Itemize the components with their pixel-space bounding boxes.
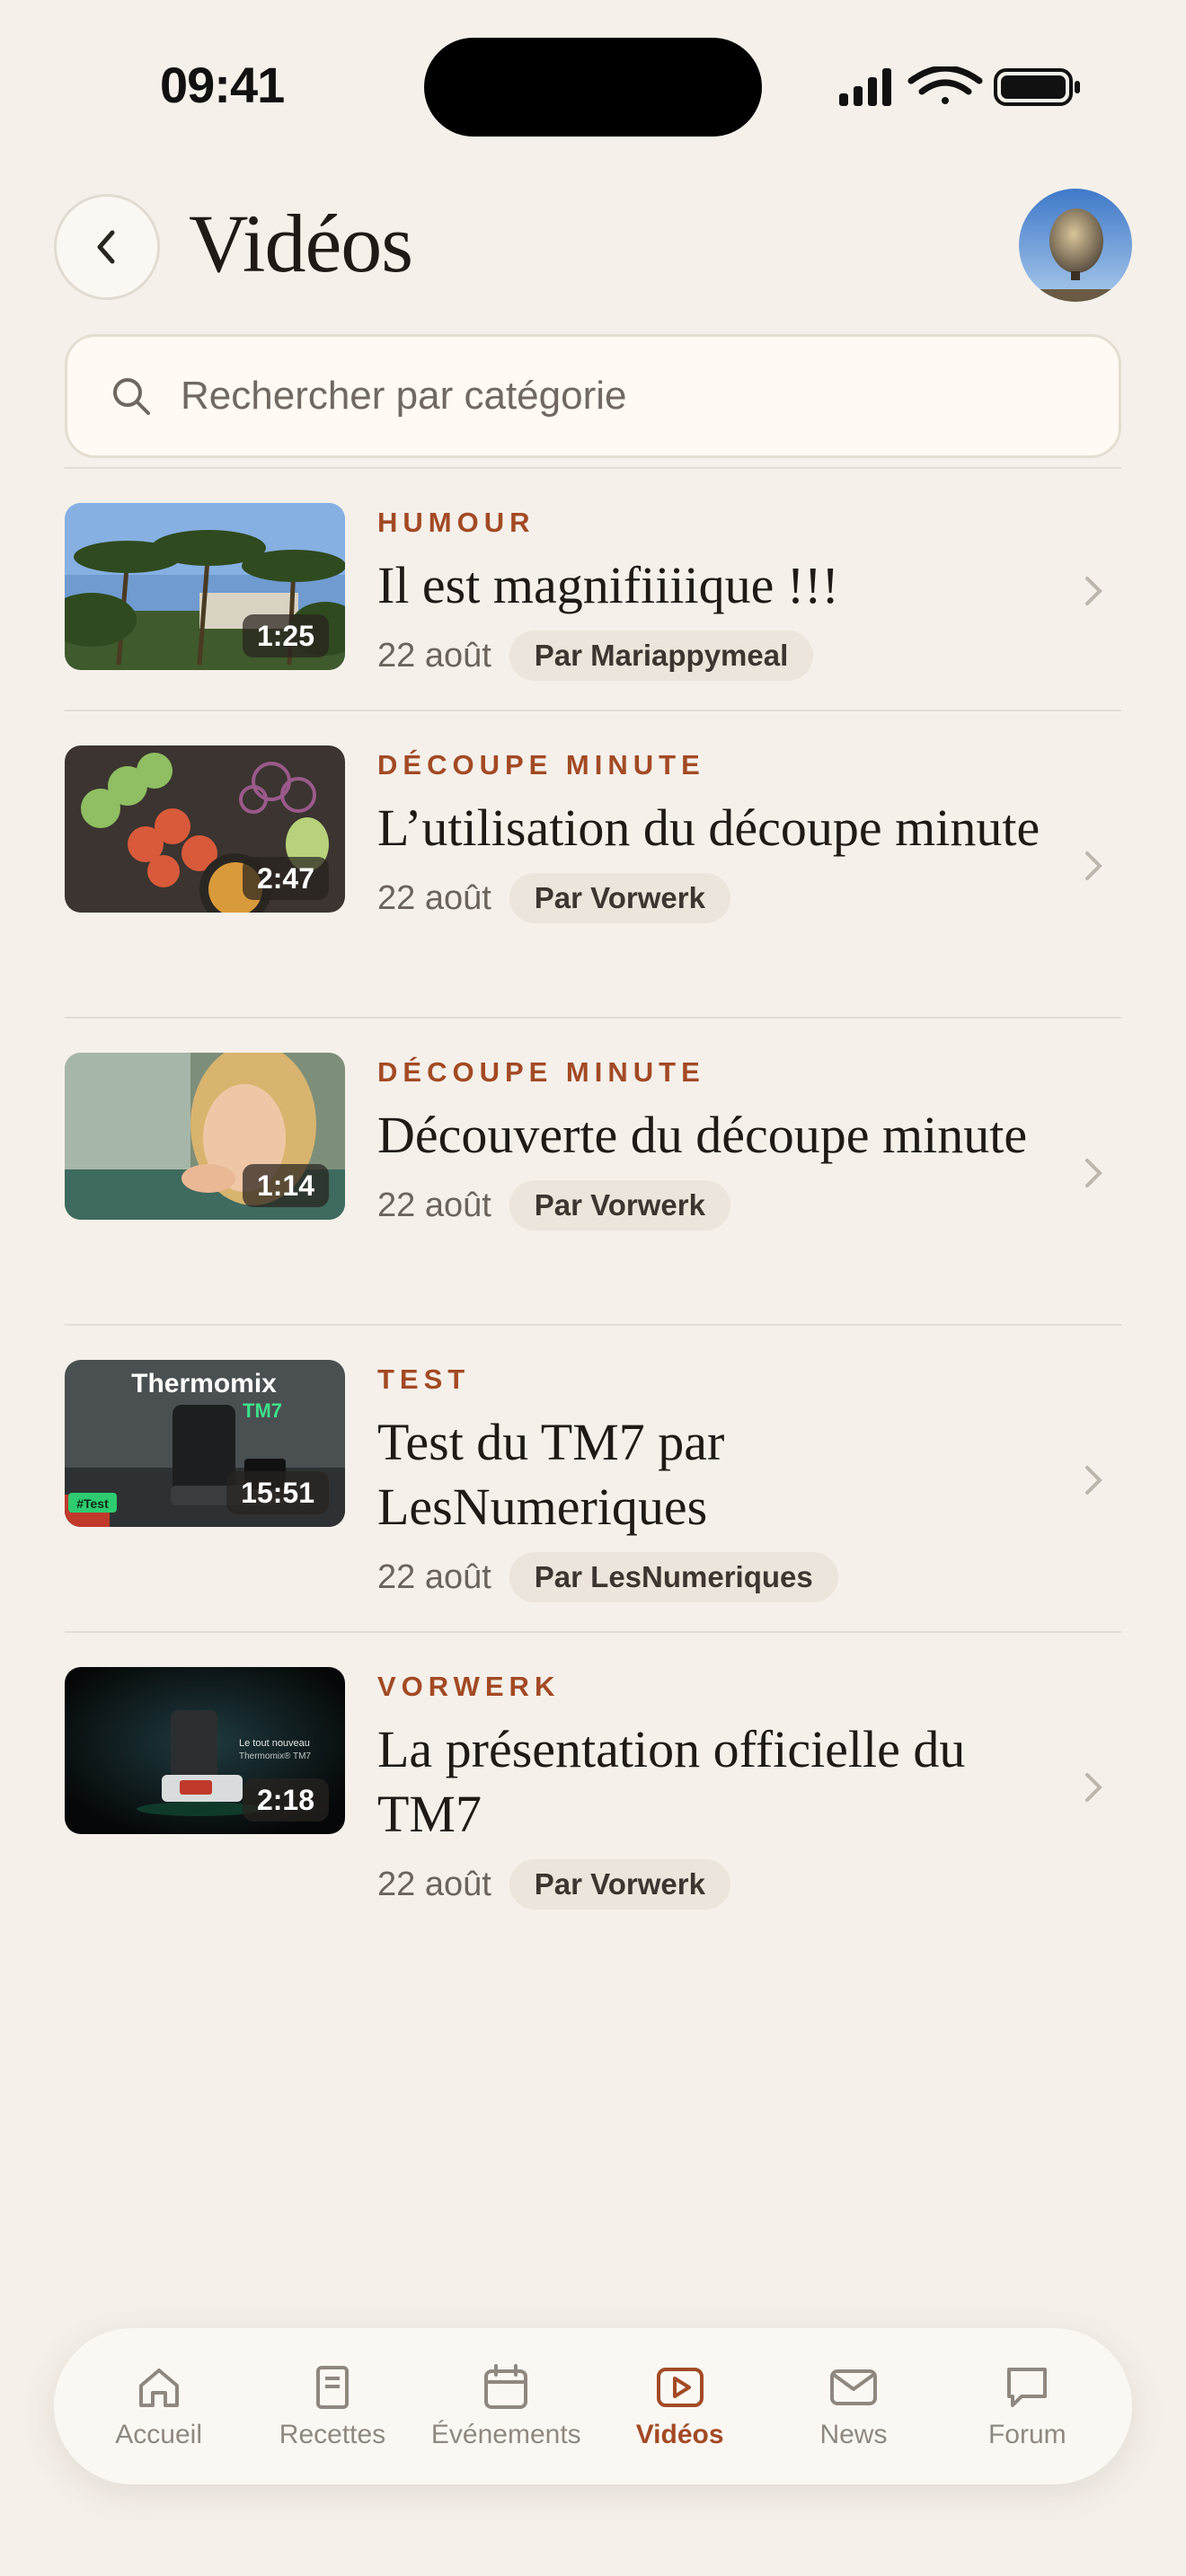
video-duration: 2:18 — [242, 1778, 329, 1822]
tab-evenements[interactable]: Événements — [420, 2362, 591, 2450]
search-icon — [113, 378, 150, 415]
video-info: DÉCOUPE MINUTE Découverte du découpe min… — [377, 1053, 1042, 1231]
battery-icon — [994, 68, 1080, 106]
video-title: La présentation officielle du TM7 — [377, 1720, 966, 1843]
video-category: DÉCOUPE MINUTE — [377, 1056, 705, 1088]
chevron-right-icon — [1085, 1159, 1102, 1187]
video-item[interactable]: Le tout nouveau Thermomix® TM7 2:18 VORW… — [65, 1633, 1121, 1938]
svg-text:Thermomix® TM7: Thermomix® TM7 — [239, 1751, 311, 1761]
video-duration: 1:25 — [242, 614, 329, 657]
video-date: 22 août — [377, 878, 491, 917]
recipe-icon — [315, 2366, 349, 2409]
chat-icon — [1007, 2368, 1048, 2407]
video-title: L’utilisation du découpe minute — [377, 798, 1040, 857]
video-info: TEST Test du TM7 par LesNumeriques 22 ao… — [377, 1360, 1042, 1602]
video-category: DÉCOUPE MINUTE — [377, 749, 705, 781]
chevron-right-icon — [1085, 851, 1102, 880]
video-category: TEST — [377, 1363, 471, 1395]
video-info: VORWERK La présentation officielle du TM… — [377, 1667, 1042, 1910]
tab-label: Vidéos — [635, 2420, 724, 2449]
avatar[interactable] — [1019, 189, 1132, 302]
status-time: 09:41 — [160, 57, 285, 113]
mail-icon — [829, 2369, 877, 2405]
video-date: 22 août — [377, 1865, 491, 1903]
video-duration: 15:51 — [226, 1471, 329, 1514]
calendar-icon — [484, 2364, 528, 2409]
tab-label: Accueil — [115, 2420, 203, 2449]
tab-accueil[interactable]: Accueil — [74, 2362, 244, 2450]
chevron-left-icon — [97, 230, 115, 264]
tab-label: News — [819, 2420, 888, 2449]
video-category: HUMOUR — [377, 507, 535, 538]
dynamic-island — [424, 38, 762, 137]
video-thumbnail: Thermomix TM7 #Test 15:51 — [65, 1360, 345, 1527]
video-thumbnail: 1:25 — [65, 503, 345, 670]
video-item[interactable]: 1:25 HUMOUR Il est magnifiiiique !!! 22 … — [65, 469, 1121, 710]
video-date: 22 août — [377, 1186, 491, 1224]
status-icons — [839, 66, 1080, 106]
svg-text:TM7: TM7 — [243, 1399, 282, 1422]
tab-forum[interactable]: Forum — [942, 2362, 1112, 2450]
video-info: HUMOUR Il est magnifiiiique !!! 22 août … — [377, 503, 1042, 681]
chevron-right-icon — [1085, 1466, 1102, 1495]
svg-text:Le tout nouveau: Le tout nouveau — [239, 1738, 310, 1749]
tab-news[interactable]: News — [768, 2362, 939, 2450]
author-chip: Par Vorwerk — [509, 1859, 730, 1910]
tab-bar: Accueil Recettes Événements Vidéos News — [54, 2328, 1132, 2484]
page-title: Vidéos — [189, 198, 413, 289]
wifi-icon — [907, 66, 983, 104]
video-title: Découverte du découpe minute — [377, 1106, 1028, 1164]
video-info: DÉCOUPE MINUTE L’utilisation du découpe … — [377, 745, 1042, 923]
video-thumbnail: 1:14 — [65, 1053, 345, 1220]
video-duration: 2:47 — [242, 857, 329, 900]
author-chip: Par Vorwerk — [509, 1180, 730, 1231]
search-input[interactable] — [181, 374, 1079, 419]
video-title: Test du TM7 par LesNumeriques — [377, 1413, 725, 1536]
video-title: Il est magnifiiiique !!! — [377, 556, 839, 614]
video-thumbnail: 2:47 — [65, 745, 345, 913]
author-chip: Par LesNumeriques — [509, 1552, 838, 1602]
signal-icon — [839, 68, 891, 106]
video-item[interactable]: 2:47 DÉCOUPE MINUTE L’utilisation du déc… — [65, 711, 1121, 1017]
chevron-right-icon — [1085, 1773, 1102, 1802]
tab-recettes[interactable]: Recettes — [247, 2362, 418, 2450]
video-category: VORWERK — [377, 1671, 561, 1702]
play-icon — [656, 2368, 704, 2407]
video-duration: 1:14 — [242, 1164, 329, 1207]
video-item[interactable]: 1:14 DÉCOUPE MINUTE Découverte du découp… — [65, 1019, 1121, 1324]
search-bar[interactable] — [65, 334, 1121, 458]
tab-videos[interactable]: Vidéos — [595, 2362, 766, 2450]
video-item[interactable]: Thermomix TM7 #Test 15:51 TEST Test du T… — [65, 1326, 1121, 1631]
svg-text:#Test: #Test — [76, 1496, 109, 1511]
video-date: 22 août — [377, 636, 491, 675]
video-date: 22 août — [377, 1557, 491, 1596]
svg-text:Thermomix: Thermomix — [131, 1369, 277, 1398]
video-thumbnail: Le tout nouveau Thermomix® TM7 2:18 — [65, 1667, 345, 1834]
author-chip: Par Vorwerk — [509, 873, 730, 923]
back-button[interactable] — [54, 194, 160, 300]
home-icon — [138, 2369, 179, 2407]
tab-label: Événements — [430, 2420, 581, 2449]
author-chip: Par Mariappymeal — [509, 631, 814, 681]
tab-label: Forum — [987, 2420, 1067, 2449]
status-bar: 09:41 — [0, 0, 1186, 171]
tab-label: Recettes — [279, 2420, 386, 2449]
chevron-right-icon — [1085, 577, 1102, 605]
video-list: 1:25 HUMOUR Il est magnifiiiique !!! 22 … — [65, 467, 1121, 1938]
